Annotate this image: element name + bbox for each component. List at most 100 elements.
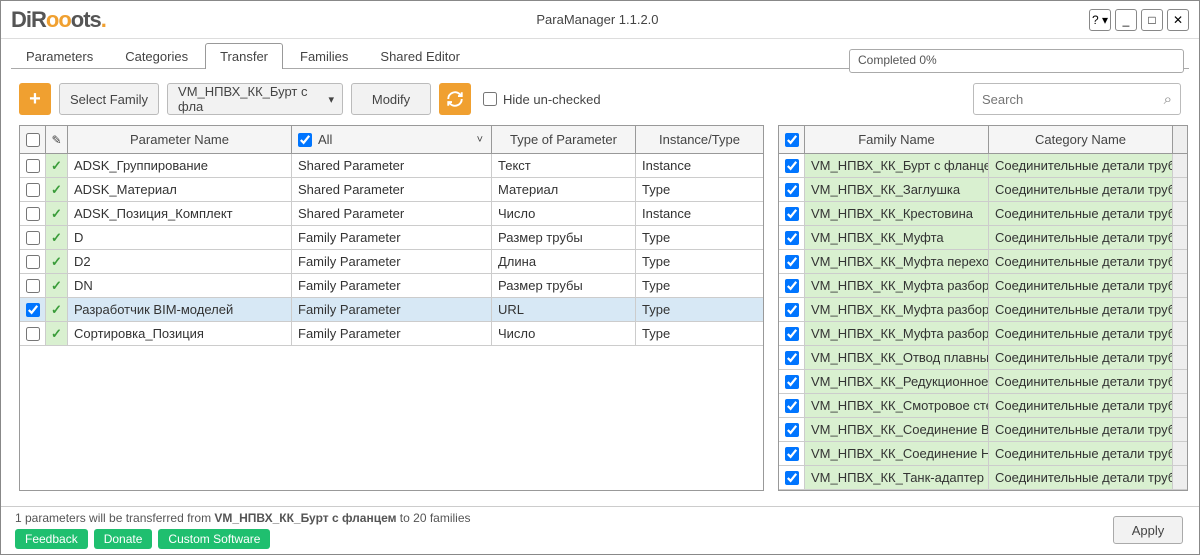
parameter-name-header[interactable]: Parameter Name bbox=[68, 126, 292, 153]
family-checkbox[interactable] bbox=[779, 298, 805, 321]
donate-button[interactable]: Donate bbox=[94, 529, 153, 549]
all-filter-header[interactable]: All bbox=[292, 126, 492, 153]
scrollbar-track[interactable] bbox=[1173, 126, 1187, 153]
row-checkbox[interactable] bbox=[20, 322, 46, 345]
tab-transfer[interactable]: Transfer bbox=[205, 43, 283, 69]
tab-shared-editor[interactable]: Shared Editor bbox=[365, 43, 475, 69]
parameter-kind-cell: Family Parameter bbox=[292, 322, 492, 345]
logo: DiRooots. bbox=[11, 7, 106, 33]
maximize-button[interactable]: □ bbox=[1141, 9, 1163, 31]
category-name-header[interactable]: Category Name bbox=[989, 126, 1173, 153]
parameter-row[interactable]: ✓D2Family ParameterДлинаType bbox=[20, 250, 763, 274]
family-name-header[interactable]: Family Name bbox=[805, 126, 989, 153]
family-row[interactable]: VM_НПВХ_КК_Муфта переходнаяСоединительны… bbox=[779, 250, 1187, 274]
family-row[interactable]: VM_НПВХ_КК_Соединение ВРСоединительные д… bbox=[779, 418, 1187, 442]
family-checkbox[interactable] bbox=[779, 418, 805, 441]
family-checkbox[interactable] bbox=[779, 322, 805, 345]
families-grid: Family Name Category Name VM_НПВХ_КК_Бур… bbox=[778, 125, 1188, 491]
modify-button[interactable]: Modify bbox=[351, 83, 431, 115]
family-name-cell: VM_НПВХ_КК_Муфта разборная п bbox=[805, 298, 989, 321]
row-checkbox[interactable] bbox=[20, 226, 46, 249]
family-checkbox[interactable] bbox=[779, 154, 805, 177]
family-row[interactable]: VM_НПВХ_КК_КрестовинаСоединительные дета… bbox=[779, 202, 1187, 226]
family-row[interactable]: VM_НПВХ_КК_Муфта разборная пСоединительн… bbox=[779, 322, 1187, 346]
hide-unchecked-checkbox[interactable] bbox=[483, 92, 497, 106]
family-checkbox[interactable] bbox=[779, 250, 805, 273]
apply-button[interactable]: Apply bbox=[1113, 516, 1183, 544]
family-name-cell: VM_НПВХ_КК_Крестовина bbox=[805, 202, 989, 225]
parameter-row[interactable]: ✓DFamily ParameterРазмер трубыType bbox=[20, 226, 763, 250]
family-checkbox[interactable] bbox=[779, 178, 805, 201]
parameter-type-cell: Материал bbox=[492, 178, 636, 201]
category-name-cell: Соединительные детали трубопр bbox=[989, 154, 1173, 177]
parameter-name-cell: ADSK_Материал bbox=[68, 178, 292, 201]
parameter-type-cell: Размер трубы bbox=[492, 226, 636, 249]
family-name-cell: VM_НПВХ_КК_Бурт с фланцем bbox=[805, 154, 989, 177]
row-checkbox[interactable] bbox=[20, 202, 46, 225]
row-checkbox[interactable] bbox=[20, 178, 46, 201]
tab-families[interactable]: Families bbox=[285, 43, 363, 69]
family-checkbox[interactable] bbox=[779, 370, 805, 393]
row-checkbox[interactable] bbox=[20, 250, 46, 273]
family-row[interactable]: VM_НПВХ_КК_Редукционное колСоединительны… bbox=[779, 370, 1187, 394]
tab-parameters[interactable]: Parameters bbox=[11, 43, 108, 69]
row-checkbox[interactable] bbox=[20, 298, 46, 321]
family-checkbox[interactable] bbox=[779, 466, 805, 489]
row-checkbox[interactable] bbox=[20, 154, 46, 177]
family-row[interactable]: VM_НПВХ_КК_Соединение НРСоединительные д… bbox=[779, 442, 1187, 466]
family-name-cell: VM_НПВХ_КК_Танк-адаптер bbox=[805, 466, 989, 489]
parameter-type-cell: Число bbox=[492, 202, 636, 225]
minimize-button[interactable]: _ bbox=[1115, 9, 1137, 31]
select-all-families-header[interactable] bbox=[779, 126, 805, 153]
check-icon: ✓ bbox=[46, 226, 68, 249]
parameter-row[interactable]: ✓ADSK_ГруппированиеShared ParameterТекст… bbox=[20, 154, 763, 178]
family-checkbox[interactable] bbox=[779, 226, 805, 249]
tab-categories[interactable]: Categories bbox=[110, 43, 203, 69]
category-name-cell: Соединительные детали трубопр bbox=[989, 226, 1173, 249]
add-button[interactable]: + bbox=[19, 83, 51, 115]
family-row[interactable]: VM_НПВХ_КК_Отвод плавныйСоединительные д… bbox=[779, 346, 1187, 370]
parameter-row[interactable]: ✓ADSK_Позиция_КомплектShared ParameterЧи… bbox=[20, 202, 763, 226]
family-row[interactable]: VM_НПВХ_КК_Муфта разборная пСоединительн… bbox=[779, 298, 1187, 322]
search-box[interactable]: ⌕ bbox=[973, 83, 1181, 115]
family-row[interactable]: VM_НПВХ_КК_Бурт с фланцемСоединительные … bbox=[779, 154, 1187, 178]
family-row[interactable]: VM_НПВХ_КК_МуфтаСоединительные детали тр… bbox=[779, 226, 1187, 250]
family-row[interactable]: VM_НПВХ_КК_Смотровое стеклоСоединительны… bbox=[779, 394, 1187, 418]
family-checkbox[interactable] bbox=[779, 442, 805, 465]
family-checkbox[interactable] bbox=[779, 274, 805, 297]
instance-type-header[interactable]: Instance/Type bbox=[636, 126, 763, 153]
custom-software-button[interactable]: Custom Software bbox=[158, 529, 270, 549]
close-button[interactable]: ✕ bbox=[1167, 9, 1189, 31]
family-name-cell: VM_НПВХ_КК_Смотровое стекло bbox=[805, 394, 989, 417]
family-checkbox[interactable] bbox=[779, 202, 805, 225]
parameter-type-cell: Длина bbox=[492, 250, 636, 273]
parameter-row[interactable]: ✓DNFamily ParameterРазмер трубыType bbox=[20, 274, 763, 298]
family-row[interactable]: VM_НПВХ_КК_Муфта разборнаяСоединительные… bbox=[779, 274, 1187, 298]
check-icon: ✓ bbox=[46, 298, 68, 321]
category-name-cell: Соединительные детали трубопр bbox=[989, 418, 1173, 441]
family-row[interactable]: VM_НПВХ_КК_ЗаглушкаСоединительные детали… bbox=[779, 178, 1187, 202]
parameter-row[interactable]: ✓ADSK_МатериалShared ParameterМатериалTy… bbox=[20, 178, 763, 202]
family-name-cell: VM_НПВХ_КК_Муфта переходная bbox=[805, 250, 989, 273]
select-all-header[interactable] bbox=[20, 126, 46, 153]
feedback-button[interactable]: Feedback bbox=[15, 529, 88, 549]
family-checkbox[interactable] bbox=[779, 394, 805, 417]
parameter-row[interactable]: ✓Сортировка_ПозицияFamily ParameterЧисло… bbox=[20, 322, 763, 346]
instance-type-cell: Type bbox=[636, 274, 763, 297]
family-dropdown[interactable]: VM_НПВХ_КК_Бурт с фла bbox=[167, 83, 343, 115]
help-button[interactable]: ? ▾ bbox=[1089, 9, 1111, 31]
parameter-row[interactable]: ✓Разработчик BIM-моделейFamily Parameter… bbox=[20, 298, 763, 322]
search-input[interactable] bbox=[982, 92, 1164, 107]
family-checkbox[interactable] bbox=[779, 346, 805, 369]
parameters-grid: ✎ Parameter Name All Type of Parameter I… bbox=[19, 125, 764, 491]
refresh-button[interactable] bbox=[439, 83, 471, 115]
category-name-cell: Соединительные детали трубопр bbox=[989, 442, 1173, 465]
category-name-cell: Соединительные детали трубопр bbox=[989, 202, 1173, 225]
footer-status: 1 parameters will be transferred from VM… bbox=[15, 511, 1185, 525]
family-row[interactable]: VM_НПВХ_КК_Танк-адаптерСоединительные де… bbox=[779, 466, 1187, 490]
type-of-parameter-header[interactable]: Type of Parameter bbox=[492, 126, 636, 153]
hide-unchecked-toggle[interactable]: Hide un-checked bbox=[483, 92, 601, 107]
row-checkbox[interactable] bbox=[20, 274, 46, 297]
select-family-button[interactable]: Select Family bbox=[59, 83, 159, 115]
parameter-name-cell: D bbox=[68, 226, 292, 249]
